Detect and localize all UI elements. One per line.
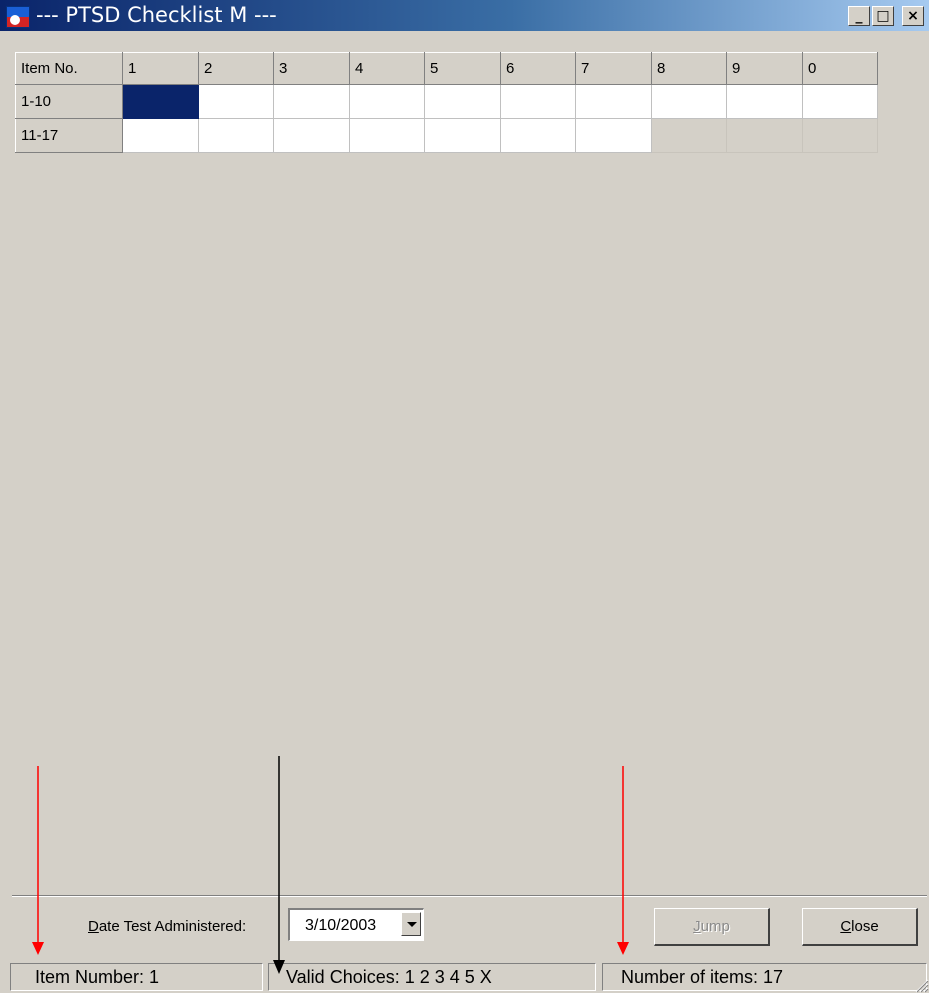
date-label-text: ate Test Administered:	[98, 918, 247, 935]
grid-row-11-17: 11-17	[15, 118, 878, 153]
grid-cell[interactable]	[500, 84, 576, 119]
date-picker[interactable]: 3/10/2003	[288, 908, 424, 941]
item-grid: Item No. 1 2 3 4 5 6 7 8 9 0 1-10 11-17	[15, 52, 878, 153]
close-mnemonic: C	[840, 918, 852, 935]
status-number-of-items: Number of items: 17	[602, 963, 927, 991]
grid-cell[interactable]	[651, 84, 727, 119]
grid-header-row: Item No. 1 2 3 4 5 6 7 8 9 0	[15, 52, 878, 85]
grid-row-label: 11-17	[15, 118, 123, 153]
jump-button: Jump	[654, 908, 770, 946]
grid-cell[interactable]	[198, 118, 274, 153]
grid-column-header: 7	[575, 52, 652, 85]
grid-cell[interactable]	[122, 118, 199, 153]
grid-column-header: 8	[651, 52, 727, 85]
minimize-button[interactable]: _	[848, 6, 870, 26]
grid-column-header: 9	[726, 52, 803, 85]
maximize-button[interactable]: □	[872, 6, 894, 26]
title-bar[interactable]: --- PTSD Checklist M --- _ □ ×	[0, 0, 929, 31]
grid-cell[interactable]	[349, 118, 425, 153]
grid-cell-unavailable	[651, 118, 727, 153]
date-value[interactable]: 3/10/2003	[305, 917, 376, 935]
close-label: lose	[851, 918, 879, 935]
app-icon-dot	[10, 15, 20, 25]
close-window-button[interactable]: ×	[902, 6, 924, 26]
grid-cell[interactable]	[198, 84, 274, 119]
close-button[interactable]: Close	[802, 908, 918, 946]
grid-cell[interactable]	[349, 84, 425, 119]
date-label-mnemonic: D	[88, 918, 99, 935]
grid-cell[interactable]	[726, 84, 803, 119]
app-icon[interactable]	[6, 6, 30, 28]
grid-cell-selected[interactable]	[122, 84, 199, 119]
grid-column-header: 1	[122, 52, 199, 85]
grid-row-1-10: 1-10	[15, 84, 878, 119]
grid-row-label: 1-10	[15, 84, 123, 119]
grid-column-header: 4	[349, 52, 425, 85]
grid-cell[interactable]	[575, 84, 652, 119]
resize-grip-icon[interactable]	[913, 977, 929, 993]
jump-label: ump	[700, 918, 730, 935]
grid-column-header: 2	[198, 52, 274, 85]
status-item-number: Item Number: 1	[10, 963, 263, 991]
grid-cell[interactable]	[273, 118, 350, 153]
grid-column-header: 0	[802, 52, 878, 85]
grid-cell[interactable]	[424, 84, 501, 119]
grid-header-item-no: Item No.	[15, 52, 123, 85]
date-dropdown-button[interactable]	[401, 912, 421, 936]
grid-cell[interactable]	[500, 118, 576, 153]
status-valid-choices: Valid Choices: 1 2 3 4 5 X	[268, 963, 596, 991]
grid-cell-unavailable	[726, 118, 803, 153]
grid-column-header: 6	[500, 52, 576, 85]
jump-mnemonic: J	[693, 918, 701, 935]
grid-column-header: 3	[273, 52, 350, 85]
grid-cell[interactable]	[802, 84, 878, 119]
grid-cell[interactable]	[273, 84, 350, 119]
status-bar: Item Number: 1 Valid Choices: 1 2 3 4 5 …	[0, 960, 929, 993]
window-title: --- PTSD Checklist M ---	[36, 3, 277, 27]
grid-cell[interactable]	[424, 118, 501, 153]
grid-cell[interactable]	[575, 118, 652, 153]
ptsd-checklist-window: --- PTSD Checklist M --- _ □ × Item No. …	[0, 0, 929, 993]
grid-column-header: 5	[424, 52, 501, 85]
grid-cell-unavailable	[802, 118, 878, 153]
chevron-down-icon	[407, 922, 417, 927]
date-test-administered-label: Date Test Administered:	[88, 918, 246, 935]
